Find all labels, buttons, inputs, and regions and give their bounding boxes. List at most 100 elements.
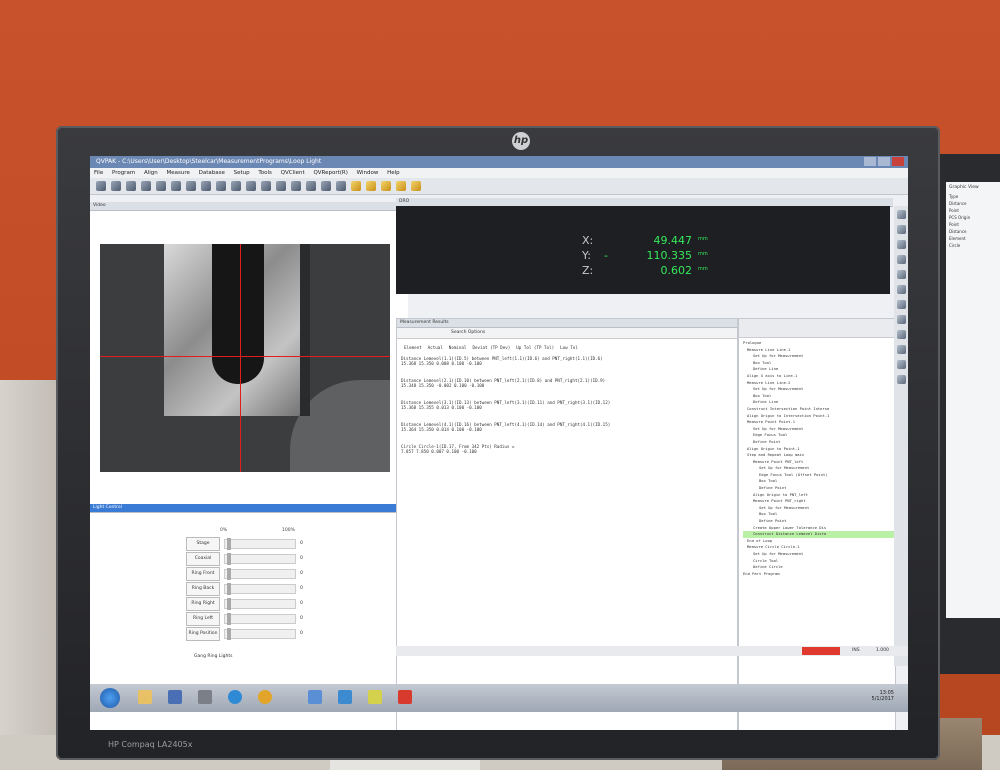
light-slider[interactable] <box>224 627 296 640</box>
light-slider[interactable] <box>224 537 296 550</box>
ie-icon[interactable] <box>228 690 242 704</box>
program-tree-item[interactable]: End of Loop <box>743 538 895 545</box>
qvpak-icon[interactable] <box>368 690 382 704</box>
menu-qvreport[interactable]: QVReport(R) <box>313 170 347 176</box>
midpoint-tool-icon[interactable] <box>276 181 286 191</box>
align-plane-icon[interactable] <box>381 181 391 191</box>
menu-database[interactable]: Database <box>199 170 225 176</box>
light-value[interactable]: 0 <box>300 616 314 621</box>
program-tree-item[interactable]: Measure Circle Circle-1 <box>743 544 895 551</box>
distance-tool-icon[interactable] <box>231 181 241 191</box>
edge-tool-icon[interactable] <box>306 181 316 191</box>
align-origin-icon[interactable] <box>366 181 376 191</box>
light-slider[interactable] <box>224 582 296 595</box>
program-tree-item[interactable]: Measure Point PNT_right <box>743 498 895 505</box>
align-tool-icon[interactable] <box>336 181 346 191</box>
result-row[interactable]: Distance Lemevel(2.1)(ID.10) between PNT… <box>401 378 737 400</box>
box-tool-icon[interactable] <box>291 181 301 191</box>
light-slider[interactable] <box>224 567 296 580</box>
light-slider[interactable] <box>224 612 296 625</box>
measure-icon[interactable] <box>896 315 906 324</box>
menu-align[interactable]: Align <box>144 170 158 176</box>
menu-help[interactable]: Help <box>387 170 400 176</box>
light-slider[interactable] <box>224 597 296 610</box>
program-tree-item[interactable]: Construct Distance Lemevel Dista <box>743 531 895 538</box>
close-button[interactable] <box>892 157 904 166</box>
program-tree-item[interactable]: Measure Line Line-1 <box>743 347 895 354</box>
report-app-icon[interactable] <box>398 690 412 704</box>
tool-icon[interactable] <box>896 330 906 339</box>
program-tree-item[interactable]: Set Up for Measurement <box>743 465 895 472</box>
menu-qvclient[interactable]: QVClient <box>281 170 305 176</box>
home-icon[interactable] <box>896 210 906 219</box>
program-tree-item[interactable]: Define Point <box>743 518 895 525</box>
program-tree-item[interactable]: Construct Intersection Point Interse <box>743 406 895 413</box>
light-icon[interactable] <box>896 270 906 279</box>
plane-tool-icon[interactable] <box>186 181 196 191</box>
grid-icon[interactable] <box>896 255 906 264</box>
taskbar-clock[interactable]: 13:05 5/1/2017 <box>872 690 894 702</box>
result-row[interactable]: Distance Lemevel(4.1)(ID.16) between PNT… <box>401 422 737 444</box>
menu-program[interactable]: Program <box>112 170 135 176</box>
gang-ring-lights-checkbox[interactable]: Gang Ring Lights <box>194 654 232 659</box>
cone-tool-icon[interactable] <box>216 181 226 191</box>
line-tool-icon[interactable] <box>111 181 121 191</box>
program-tree-item[interactable]: Define Point <box>743 439 895 446</box>
intersect-tool-icon[interactable] <box>261 181 271 191</box>
menu-window[interactable]: Window <box>357 170 379 176</box>
light-value[interactable]: 0 <box>300 556 314 561</box>
program-tree-item[interactable]: Align Origin to Intersection Point-1 <box>743 413 895 420</box>
program-tree-item[interactable]: Edge Focus Tool <box>743 432 895 439</box>
program-tree-item[interactable]: Circle Tool <box>743 558 895 565</box>
program-tree-item[interactable]: Create Upper Lower Tolerance Dis <box>743 525 895 532</box>
ellipse-tool-icon[interactable] <box>141 181 151 191</box>
light-value[interactable]: 0 <box>300 631 314 636</box>
minimize-button[interactable] <box>864 157 876 166</box>
program-tree-item[interactable]: Align X axis to Line-1 <box>743 373 895 380</box>
media-icon[interactable] <box>168 690 182 704</box>
menu-measure[interactable]: Measure <box>166 170 189 176</box>
light-slider[interactable] <box>224 552 296 565</box>
program-tree-item[interactable]: Define Point <box>743 485 895 492</box>
light-value[interactable]: 0 <box>300 601 314 606</box>
align-x-icon[interactable] <box>351 181 361 191</box>
zoom-icon[interactable] <box>896 240 906 249</box>
report-icon[interactable] <box>411 181 421 191</box>
menu-tools[interactable]: Tools <box>258 170 272 176</box>
camera-icon[interactable] <box>896 225 906 234</box>
program-tree-item[interactable]: Measure Point Point-1 <box>743 419 895 426</box>
tolerance-icon[interactable] <box>396 181 406 191</box>
chrome-icon[interactable] <box>258 690 272 704</box>
light-value[interactable]: 0 <box>300 541 314 546</box>
report-icon[interactable] <box>896 360 906 369</box>
program-tree-item[interactable]: Measure Line Line-2 <box>743 380 895 387</box>
stage-icon[interactable] <box>896 285 906 294</box>
program-tree-item[interactable]: Set Up for Measurement <box>743 426 895 433</box>
maximize-button[interactable] <box>878 157 890 166</box>
rectangle-tool-icon[interactable] <box>156 181 166 191</box>
program-tree-item[interactable]: Box Tool <box>743 511 895 518</box>
search-options-dropdown[interactable]: Search Options <box>397 328 737 339</box>
program-tree-item[interactable]: Prologue <box>743 340 895 347</box>
settings-icon[interactable] <box>896 345 906 354</box>
explorer-icon[interactable] <box>138 690 152 704</box>
menu-file[interactable]: File <box>94 170 103 176</box>
help-icon[interactable] <box>896 375 906 384</box>
program-tree-item[interactable]: End Part Program <box>743 571 895 578</box>
result-row[interactable]: Circle Circle-1(ID.17, From 342 Pts) Rad… <box>401 444 737 466</box>
program-tree-item[interactable]: Box Tool <box>743 393 895 400</box>
cylinder-tool-icon[interactable] <box>201 181 211 191</box>
focus-icon[interactable] <box>896 300 906 309</box>
program-tree-item[interactable]: Set Up for Measurement <box>743 551 895 558</box>
program-tree-item[interactable]: Align Origin to Point-1 <box>743 446 895 453</box>
program-tree-item[interactable]: Set Up for Measurement <box>743 505 895 512</box>
result-row[interactable]: Distance Lemevel(1.1)(ID.5) between PNT_… <box>401 356 737 378</box>
program-tree-item[interactable]: Edge Focus Tool (Offset Point) <box>743 472 895 479</box>
camera-image[interactable] <box>100 244 390 472</box>
program-tree-item[interactable]: Box Tool <box>743 478 895 485</box>
angle-tool-icon[interactable] <box>246 181 256 191</box>
program-tree-item[interactable]: Set Up for Measurement <box>743 353 895 360</box>
focus-tool-icon[interactable] <box>321 181 331 191</box>
start-button[interactable] <box>100 688 120 708</box>
menu-setup[interactable]: Setup <box>234 170 250 176</box>
